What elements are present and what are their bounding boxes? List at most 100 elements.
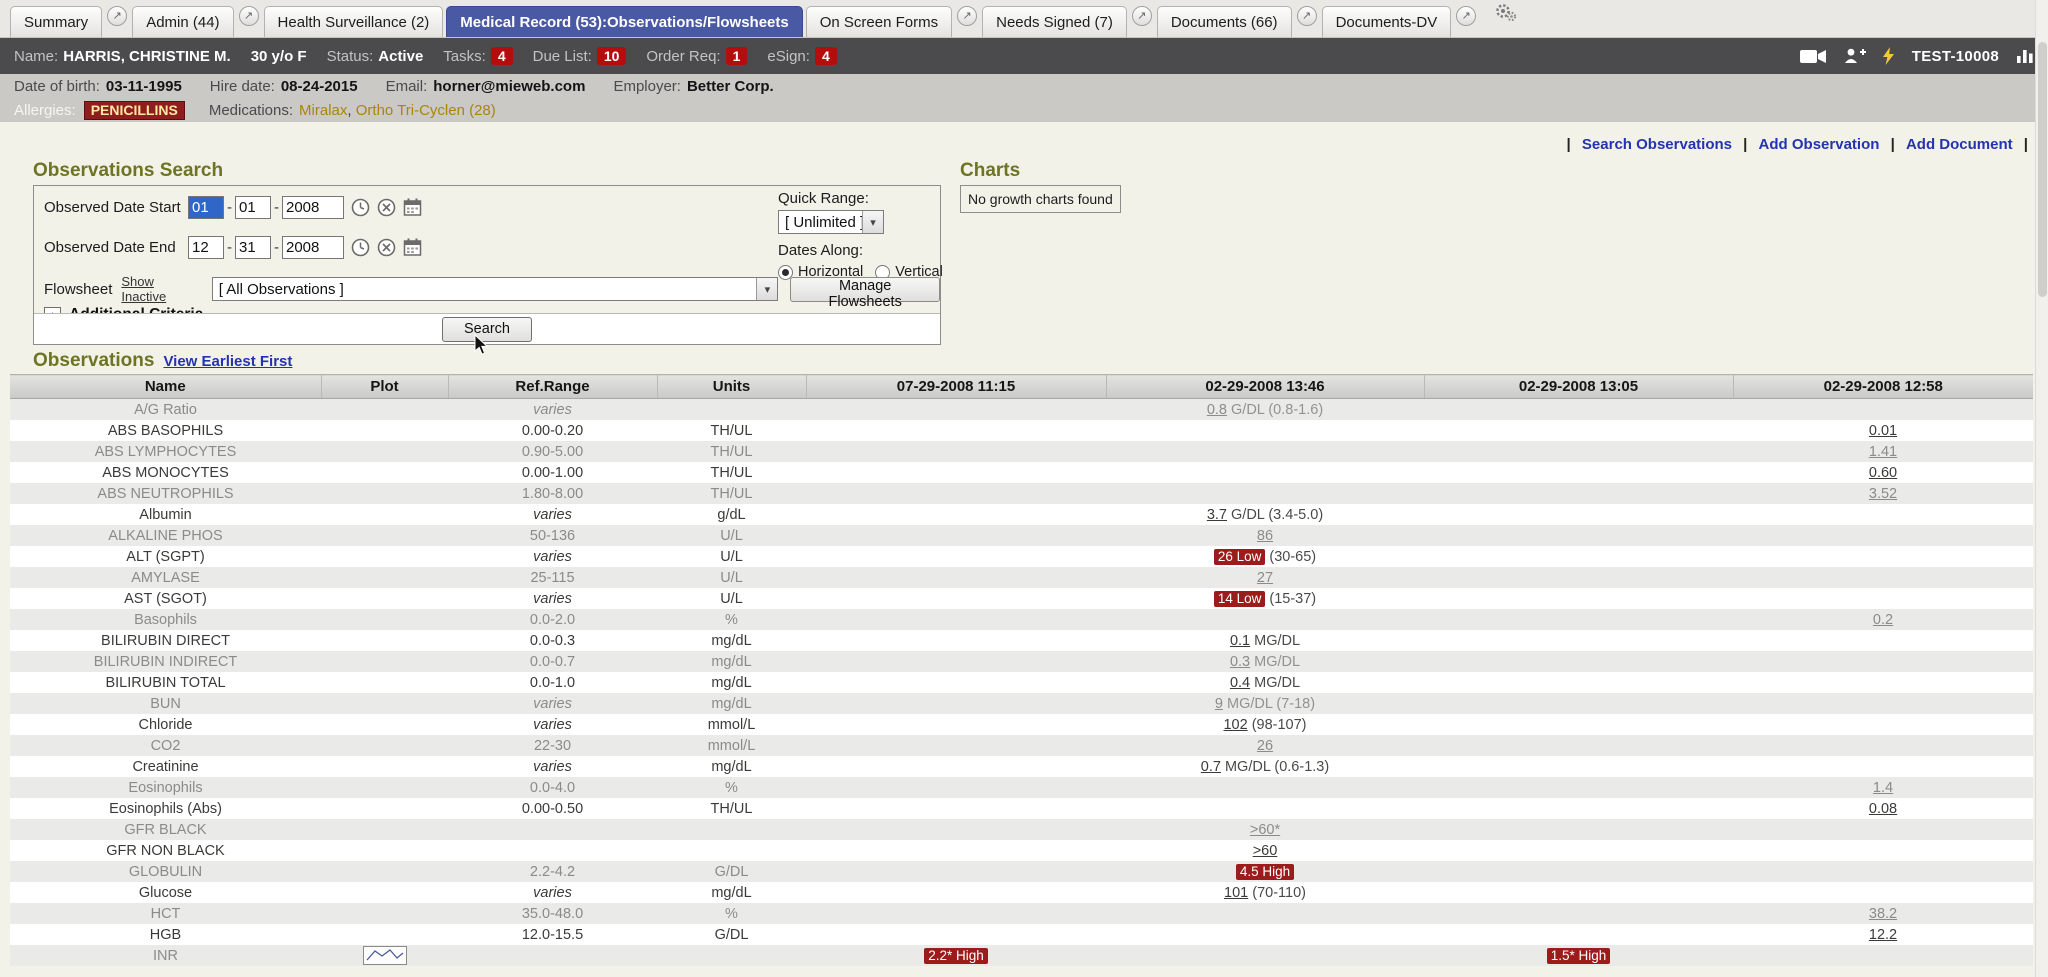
plot-sparkline[interactable] bbox=[363, 946, 407, 965]
observation-value-link[interactable]: 0.60 bbox=[1869, 465, 1897, 481]
date-end-label: Observed Date End bbox=[44, 239, 188, 256]
tab-popout-icon[interactable]: ↗ bbox=[1456, 6, 1476, 26]
observation-value-link[interactable]: 0.8 bbox=[1207, 402, 1227, 418]
view-earliest-first-link[interactable]: View Earliest First bbox=[163, 353, 292, 370]
show-inactive-link[interactable]: Show Inactive bbox=[121, 274, 199, 304]
allergy-badge[interactable]: PENICILLINS bbox=[84, 101, 185, 120]
units: G/DL bbox=[657, 861, 806, 882]
video-camera-icon[interactable] bbox=[1800, 49, 1827, 64]
tab-popout-icon[interactable]: ↗ bbox=[1132, 6, 1152, 26]
settings-gear-icon[interactable] bbox=[1494, 3, 1518, 28]
observation-name: Chloride bbox=[10, 714, 321, 735]
calendar-icon[interactable] bbox=[403, 198, 422, 217]
observation-name: AMYLASE bbox=[10, 567, 321, 588]
observation-value-link[interactable]: 0.2 bbox=[1873, 612, 1893, 628]
tab-needs-signed-7[interactable]: Needs Signed (7) bbox=[982, 6, 1127, 37]
ref-range: varies bbox=[448, 714, 657, 735]
calendar-icon[interactable] bbox=[403, 238, 422, 257]
tab-popout-icon[interactable]: ↗ bbox=[107, 6, 127, 26]
observation-value-link[interactable]: 9 bbox=[1215, 696, 1223, 712]
lightning-bolt-icon[interactable] bbox=[1883, 47, 1895, 65]
value-cell: 0.60 bbox=[1733, 462, 2033, 483]
clear-date-icon[interactable] bbox=[377, 198, 396, 217]
abnormal-value-badge[interactable]: 4.5 High bbox=[1236, 864, 1294, 880]
medication-link[interactable]: Miralax bbox=[299, 102, 347, 119]
add-observation-link[interactable]: Add Observation bbox=[1759, 136, 1880, 153]
tab-popout-icon[interactable]: ↗ bbox=[239, 6, 259, 26]
observation-value-link[interactable]: 3.52 bbox=[1869, 486, 1897, 502]
value-cell bbox=[1733, 672, 2033, 693]
tab-health-surveillance-2[interactable]: Health Surveillance (2) bbox=[264, 6, 444, 37]
observation-value-link[interactable]: 0.1 bbox=[1230, 633, 1250, 649]
observation-value-link[interactable]: 0.4 bbox=[1230, 675, 1250, 691]
tab-popout-icon[interactable]: ↗ bbox=[957, 6, 977, 26]
observation-value-link[interactable]: >60 bbox=[1253, 843, 1278, 859]
tab-documents-66[interactable]: Documents (66) bbox=[1157, 6, 1292, 37]
observation-value-link[interactable]: 101 bbox=[1224, 885, 1248, 901]
date-end-month-input[interactable] bbox=[188, 236, 224, 259]
column-header-02-29-2008-13-46: 02-29-2008 13:46 bbox=[1106, 375, 1424, 399]
value-cell: >60* bbox=[1106, 819, 1424, 840]
observation-value-link[interactable]: 0.08 bbox=[1869, 801, 1897, 817]
observation-value-link[interactable]: 0.01 bbox=[1869, 423, 1897, 439]
scrollbar-thumb[interactable] bbox=[2038, 42, 2047, 297]
order-req-count-badge[interactable]: 1 bbox=[726, 47, 748, 65]
add-person-icon[interactable] bbox=[1844, 48, 1866, 64]
vertical-scrollbar[interactable] bbox=[2035, 0, 2048, 977]
observation-value-link[interactable]: 1.41 bbox=[1869, 444, 1897, 460]
ref-range: 25-115 bbox=[448, 567, 657, 588]
observation-name: Albumin bbox=[10, 504, 321, 525]
chart-stats-icon[interactable] bbox=[2016, 48, 2034, 64]
observation-value-link[interactable]: 27 bbox=[1257, 570, 1273, 586]
hire-date-label: Hire date: bbox=[210, 78, 275, 95]
quick-range-select[interactable]: [ Unlimited ] ▾ bbox=[778, 210, 884, 234]
value-cell bbox=[806, 462, 1106, 483]
tab-documents-dv[interactable]: Documents-DV bbox=[1322, 6, 1452, 37]
abnormal-value-badge[interactable]: 2.2* High bbox=[924, 948, 988, 964]
date-start-day-input[interactable] bbox=[235, 196, 271, 219]
manage-flowsheets-button[interactable]: Manage Flowsheets bbox=[790, 277, 940, 302]
observation-value-link[interactable]: >60* bbox=[1250, 822, 1280, 838]
tab-on-screen-forms[interactable]: On Screen Forms bbox=[806, 6, 952, 37]
esign-count-badge[interactable]: 4 bbox=[815, 47, 837, 65]
add-document-link[interactable]: Add Document bbox=[1906, 136, 2013, 153]
observation-value-link[interactable]: 102 bbox=[1223, 717, 1247, 733]
plot-cell bbox=[321, 693, 448, 714]
time-clock-icon[interactable] bbox=[351, 198, 370, 217]
tab-summary[interactable]: Summary bbox=[10, 6, 102, 37]
observation-value-link[interactable]: 3.7 bbox=[1207, 507, 1227, 523]
observation-value-link[interactable]: 26 bbox=[1257, 738, 1273, 754]
abnormal-value-badge[interactable]: 26 Low bbox=[1214, 549, 1266, 565]
observation-value-link[interactable]: 0.7 bbox=[1201, 759, 1221, 775]
observation-value-link[interactable]: 12.2 bbox=[1869, 927, 1897, 943]
observation-name: Eosinophils (Abs) bbox=[10, 798, 321, 819]
time-clock-icon[interactable] bbox=[351, 238, 370, 257]
value-cell bbox=[1424, 672, 1733, 693]
value-cell bbox=[1733, 735, 2033, 756]
clear-date-icon[interactable] bbox=[377, 238, 396, 257]
ref-range: 0.00-0.20 bbox=[448, 420, 657, 441]
medication-link[interactable]: Ortho Tri-Cyclen (28) bbox=[356, 102, 496, 119]
tab-popout-icon[interactable]: ↗ bbox=[1297, 6, 1317, 26]
search-button[interactable]: Search bbox=[442, 317, 532, 342]
date-start-year-input[interactable] bbox=[282, 196, 344, 219]
tab-admin-44[interactable]: Admin (44) bbox=[132, 6, 233, 37]
date-end-year-input[interactable] bbox=[282, 236, 344, 259]
tasks-count-badge[interactable]: 4 bbox=[491, 47, 513, 65]
observation-value-link[interactable]: 86 bbox=[1257, 528, 1273, 544]
observation-value-link[interactable]: 0.3 bbox=[1230, 654, 1250, 670]
tab-medical-record-53-observations-flowsheets[interactable]: Medical Record (53):Observations/Flowshe… bbox=[446, 6, 802, 37]
abnormal-value-badge[interactable]: 14 Low bbox=[1214, 591, 1266, 607]
table-row: BUNvariesmg/dL9MG/DL (7-18) bbox=[10, 693, 2033, 714]
flowsheet-select[interactable]: [ All Observations ] ▾ bbox=[212, 277, 779, 301]
ref-range: varies bbox=[448, 756, 657, 777]
abnormal-value-badge[interactable]: 1.5* High bbox=[1547, 948, 1611, 964]
observation-value-link[interactable]: 38.2 bbox=[1869, 906, 1897, 922]
date-end-day-input[interactable] bbox=[235, 236, 271, 259]
due-list-count-badge[interactable]: 10 bbox=[597, 47, 627, 65]
search-observations-link[interactable]: Search Observations bbox=[1582, 136, 1732, 153]
observation-value-link[interactable]: 1.4 bbox=[1873, 780, 1893, 796]
plot-cell bbox=[321, 945, 448, 966]
date-start-month-input[interactable] bbox=[188, 196, 224, 219]
value-cell: 38.2 bbox=[1733, 903, 2033, 924]
